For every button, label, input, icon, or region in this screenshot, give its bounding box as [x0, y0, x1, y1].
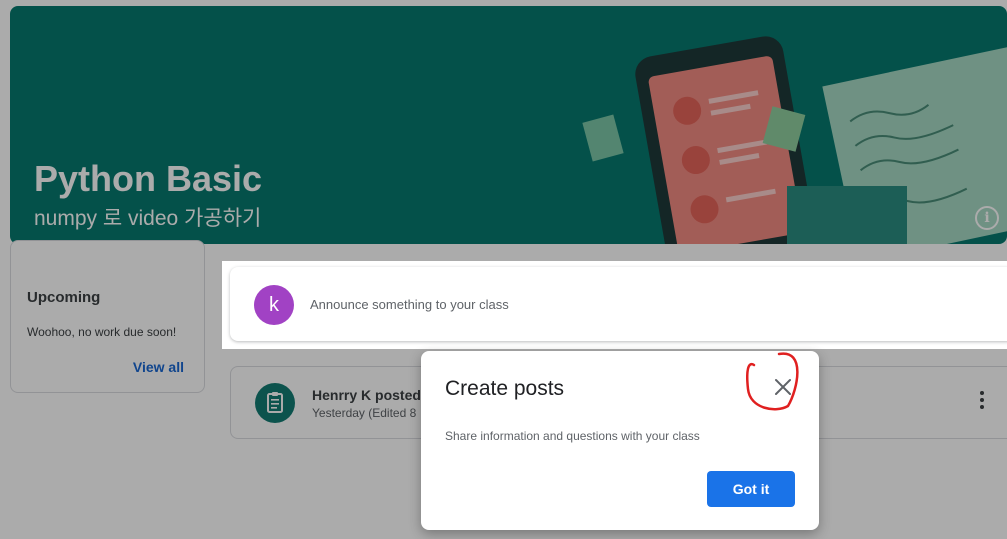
dialog-title: Create posts: [445, 377, 565, 400]
create-posts-dialog: Create posts Share information and quest…: [421, 351, 819, 530]
got-it-button[interactable]: Got it: [707, 471, 795, 507]
announce-highlight: k Announce something to your class: [222, 261, 1007, 349]
announce-placeholder: Announce something to your class: [310, 297, 509, 312]
announce-box[interactable]: k Announce something to your class: [230, 267, 1007, 341]
dialog-description: Share information and questions with you…: [445, 429, 700, 443]
red-circle-annotation-icon: [746, 352, 799, 411]
user-avatar: k: [254, 285, 294, 325]
